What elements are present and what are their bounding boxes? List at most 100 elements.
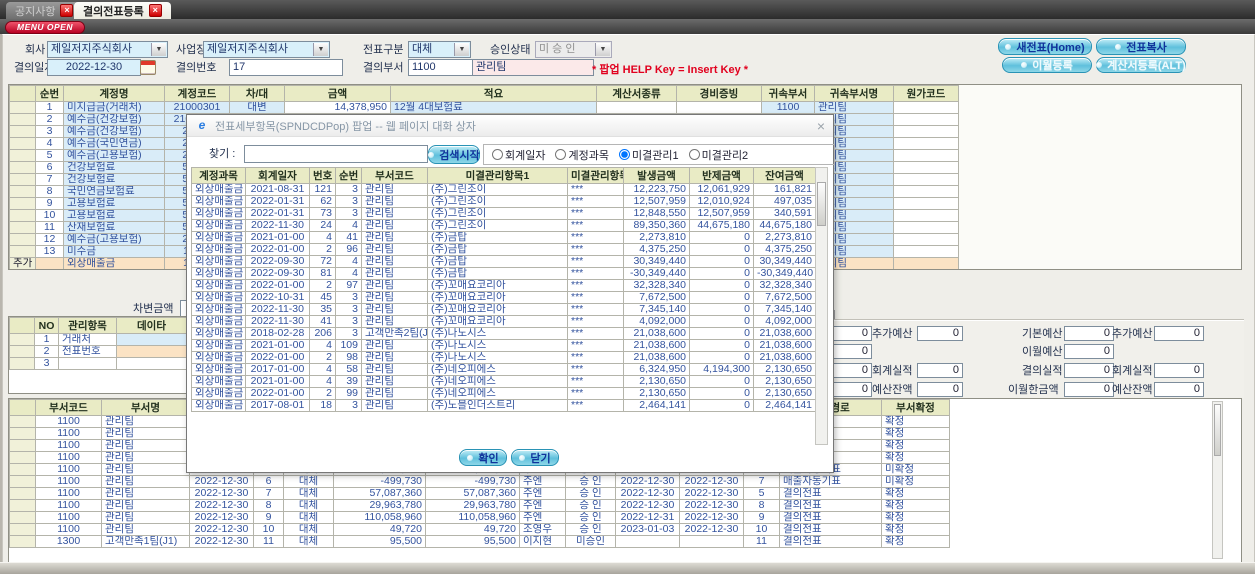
- cell-no[interactable]: 3: [34, 357, 59, 370]
- cell-sel[interactable]: [9, 523, 36, 536]
- table-row[interactable]: 외상매출금 2021-01-00 4 41 관리팀 (주)금탑 *** 2,273,810 0 2…: [191, 231, 816, 244]
- cell-repay[interactable]: 0: [689, 315, 754, 328]
- cell-sel[interactable]: [9, 233, 36, 246]
- cell-date[interactable]: 2022-01-00: [245, 243, 310, 256]
- close-tab-icon[interactable]: ×: [60, 4, 74, 17]
- table-row[interactable]: 1100 관리팀 2022-12-30 10 대체 49,720 49,720 조영우 승 인2…: [9, 523, 950, 536]
- budget-left-remain-field[interactable]: 0: [917, 382, 963, 397]
- cell-balance[interactable]: 161,821: [753, 183, 816, 196]
- bottom-grid-scrollbar[interactable]: [1212, 401, 1223, 559]
- cell-dept[interactable]: 관리팀: [361, 219, 428, 232]
- cell-item2[interactable]: ***: [567, 267, 624, 280]
- budget-remain-field[interactable]: 0: [1154, 382, 1204, 397]
- cell-dept[interactable]: 관리팀: [361, 195, 428, 208]
- cell-item1[interactable]: (주)네오피에스: [427, 375, 568, 388]
- cell-repay[interactable]: 0: [689, 339, 754, 352]
- cell-balance[interactable]: 30,349,440: [753, 255, 816, 268]
- cell-amt[interactable]: 57,087,360: [333, 487, 426, 500]
- chevron-down-icon[interactable]: ▼: [454, 43, 469, 56]
- cell-d1[interactable]: 2023-01-03: [615, 523, 680, 536]
- dialog-close-icon[interactable]: ×: [817, 119, 825, 133]
- cell-dept[interactable]: 관리팀: [361, 399, 428, 412]
- cell-amt2[interactable]: 49,720: [425, 523, 520, 536]
- cell-repay[interactable]: 0: [689, 231, 754, 244]
- cell-sel[interactable]: [9, 221, 36, 234]
- cell-dept[interactable]: 1100: [35, 415, 102, 428]
- cell-date[interactable]: 2022-11-30: [245, 219, 310, 232]
- cell-item1[interactable]: (주)나노시스: [427, 339, 568, 352]
- cell-dept[interactable]: 1100: [35, 463, 102, 476]
- cell-date[interactable]: 2018-02-28: [245, 327, 310, 340]
- cell-seq[interactable]: 109: [335, 339, 362, 352]
- cell-item2[interactable]: ***: [567, 219, 624, 232]
- cell-amt2[interactable]: 95,500: [425, 535, 520, 548]
- calendar-icon[interactable]: [140, 60, 156, 75]
- cell-account[interactable]: 외상매출금: [191, 339, 246, 352]
- cell-name[interactable]: 관리팀: [101, 487, 190, 500]
- cell-cost[interactable]: [893, 257, 959, 269]
- cell-seq[interactable]: 98: [335, 351, 362, 364]
- cell-date[interactable]: 2022-01-00: [245, 279, 310, 292]
- cell-cost[interactable]: [893, 113, 959, 126]
- cell-repay[interactable]: 0: [689, 243, 754, 256]
- cell-occur[interactable]: 12,848,550: [623, 207, 690, 220]
- cell-seq[interactable]: 2: [35, 113, 64, 126]
- budget-add-field[interactable]: 0: [1154, 326, 1204, 341]
- cell-item1[interactable]: (주)네오피에스: [427, 363, 568, 376]
- budget-carryamt-field[interactable]: 0: [1064, 382, 1114, 397]
- cell-account[interactable]: 외상매출금: [191, 291, 246, 304]
- cell-item1[interactable]: (주)그린조이: [427, 195, 568, 208]
- cell-sel[interactable]: [9, 357, 35, 370]
- cell-dept[interactable]: 관리팀: [361, 363, 428, 376]
- cell-item2[interactable]: ***: [567, 255, 624, 268]
- table-row[interactable]: 1100 관리팀 2022-12-30 8 대체 29,963,780 29,963,780…: [9, 499, 950, 512]
- cell-confirm[interactable]: 확정: [881, 487, 950, 500]
- cell-amt[interactable]: -499,730: [333, 475, 426, 488]
- cell-no[interactable]: 206: [309, 327, 336, 340]
- cell-repay[interactable]: 0: [689, 279, 754, 292]
- cell-date[interactable]: 2022-12-30: [189, 523, 254, 536]
- table-row[interactable]: 외상매출금 2022-01-00 2 99 관리팀 (주)네오피에스 *** 2,130,65…: [191, 387, 816, 400]
- cell-dept[interactable]: 관리팀: [361, 207, 428, 220]
- cell-no[interactable]: 6: [253, 475, 284, 488]
- tab-notice[interactable]: 공지사항 ×: [6, 2, 83, 19]
- cell-occur[interactable]: 2,464,141: [623, 399, 690, 412]
- cell-item2[interactable]: ***: [567, 327, 624, 340]
- cell-data[interactable]: [116, 345, 187, 358]
- cell-cost[interactable]: [893, 209, 959, 222]
- cell-cost[interactable]: [893, 173, 959, 186]
- table-row[interactable]: 외상매출금 2022-10-31 45 3 관리팀 (주)꼬매요코리아 *** 7,672,5…: [191, 291, 816, 304]
- cell-item2[interactable]: ***: [567, 399, 624, 412]
- cell-dept[interactable]: 관리팀: [361, 387, 428, 400]
- cell-deptname[interactable]: 관리팀: [814, 101, 894, 114]
- cell-path[interactable]: 결의전표: [779, 511, 882, 524]
- cell-name[interactable]: 외상매출금: [63, 257, 165, 269]
- cell-cost[interactable]: [893, 137, 959, 150]
- cell-path[interactable]: 결의전표: [779, 523, 882, 536]
- cell-dept[interactable]: 1100: [761, 101, 815, 114]
- cell-occur[interactable]: 4,375,250: [623, 243, 690, 256]
- cell-cost[interactable]: [893, 185, 959, 198]
- cell-item[interactable]: 거래처: [58, 333, 117, 346]
- cell-seq[interactable]: 11: [35, 221, 64, 234]
- budget-acct-field[interactable]: 0: [1154, 363, 1204, 378]
- cell-account[interactable]: 외상매출금: [191, 255, 246, 268]
- cell-seq[interactable]: 12: [35, 233, 64, 246]
- cell-path[interactable]: 결의전표: [779, 499, 882, 512]
- cell-type[interactable]: 대체: [283, 475, 334, 488]
- cell-seq[interactable]: 3: [335, 195, 362, 208]
- cell-confirm[interactable]: 확정: [881, 511, 950, 524]
- cell-item2[interactable]: ***: [567, 303, 624, 316]
- cell-name[interactable]: 미지급금(거래처): [63, 101, 165, 114]
- cell-date[interactable]: 2021-01-00: [245, 231, 310, 244]
- cell-dept[interactable]: 관리팀: [361, 339, 428, 352]
- table-row[interactable]: 1 거래처: [9, 333, 187, 346]
- radio-open-mgmt2[interactable]: 미결관리2: [688, 147, 748, 163]
- cell-no[interactable]: 11: [253, 535, 284, 548]
- cell-item1[interactable]: (주)꼬매요코리아: [427, 279, 568, 292]
- cell-item2[interactable]: ***: [567, 231, 624, 244]
- cell-dept[interactable]: 1100: [35, 427, 102, 440]
- cell-name[interactable]: 미수금: [63, 245, 165, 258]
- cell-item2[interactable]: ***: [567, 207, 624, 220]
- cell-dept[interactable]: 1100: [35, 475, 102, 488]
